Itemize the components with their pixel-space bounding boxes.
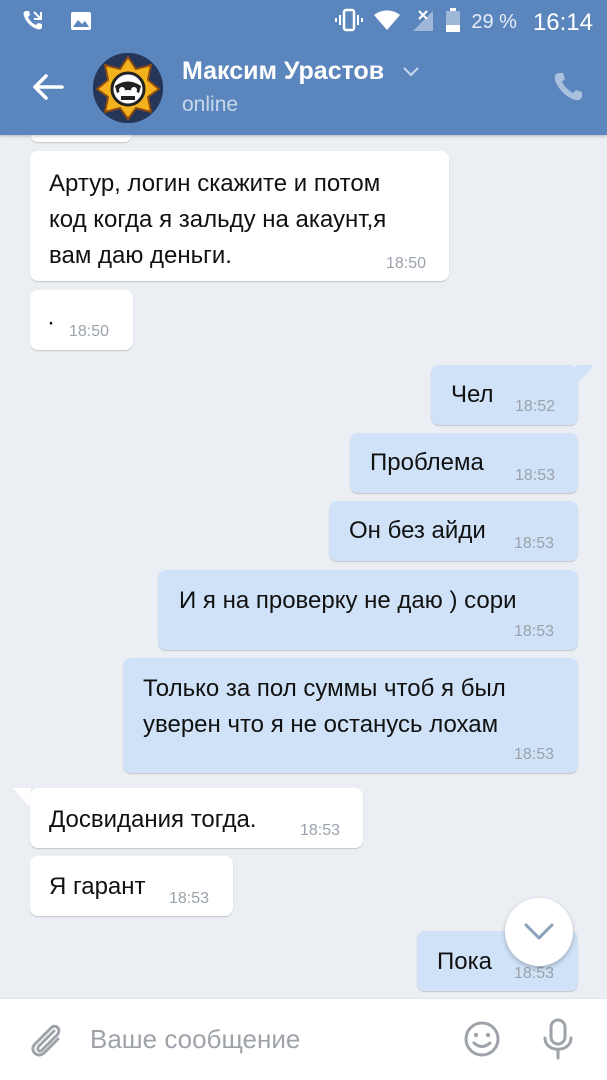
- app-header: 29 % 16:14 Максим Урастов online: [0, 0, 607, 135]
- message-text: Я гарант: [49, 873, 146, 900]
- gallery-icon: [68, 8, 94, 39]
- message-incoming[interactable]: Я гарант 18:53: [30, 856, 233, 916]
- paperclip-icon[interactable]: [26, 1019, 66, 1066]
- message-text: вам даю деньги.: [49, 242, 232, 269]
- message-time: 18:53: [300, 822, 341, 839]
- message-incoming[interactable]: Досвидания тогда. 18:53: [30, 788, 363, 848]
- emoji-icon[interactable]: [462, 1019, 502, 1064]
- message-outgoing[interactable]: Чел 18:52: [431, 365, 578, 425]
- call-button[interactable]: [550, 69, 586, 105]
- message-incoming[interactable]: Артур, логин скажите и потом код когда я…: [30, 151, 449, 281]
- message-text: код когда я зальду на акаунт,я: [49, 206, 387, 233]
- back-button[interactable]: [28, 67, 68, 107]
- title-bar: Максим Урастов online: [0, 45, 607, 133]
- message-time: 18:53: [169, 890, 210, 907]
- message-text: Артур, логин скажите и потом: [49, 170, 381, 197]
- contact-status: online: [182, 93, 239, 116]
- microphone-icon[interactable]: [540, 1017, 576, 1066]
- message-time: 18:50: [69, 323, 110, 340]
- bubble-tail: [576, 365, 594, 385]
- vibrate-icon: [335, 7, 364, 38]
- message-text: Пока: [437, 948, 492, 975]
- back-arrow-icon: [33, 74, 64, 100]
- message-outgoing[interactable]: Проблема 18:53: [350, 433, 578, 493]
- message-outgoing[interactable]: Только за пол суммы чтоб я был уверен чт…: [123, 658, 578, 773]
- message-time: 18:53: [514, 965, 555, 982]
- wifi-icon: [373, 8, 401, 37]
- message-text: И я на проверку не даю ) сори: [179, 587, 517, 614]
- message-text: Он без айди: [349, 517, 486, 544]
- message-text: Только за пол суммы чтоб я был: [143, 675, 506, 702]
- avatar[interactable]: [93, 53, 163, 123]
- message-text: Досвидания тогда.: [49, 806, 257, 833]
- signal-icon: [411, 7, 435, 38]
- message-time: 18:53: [514, 535, 555, 552]
- message-time: 18:53: [514, 623, 555, 640]
- message-composer: [0, 998, 607, 1080]
- chevron-down-icon[interactable]: [402, 65, 420, 83]
- message-time: 18:53: [515, 467, 556, 484]
- message-input[interactable]: [90, 1017, 440, 1061]
- contact-name[interactable]: Максим Урастов: [182, 57, 384, 86]
- message-text: Проблема: [370, 449, 484, 476]
- status-bar: 29 % 16:14: [0, 0, 607, 40]
- missed-call-icon: [20, 8, 46, 39]
- scroll-to-bottom-button[interactable]: [505, 898, 573, 966]
- clock: 16:14: [532, 8, 593, 36]
- message-time: 18:53: [514, 746, 555, 763]
- message-time: 18:50: [386, 255, 427, 272]
- chevron-down-icon: [524, 923, 554, 940]
- message-text: уверен что я не останусь лохам: [143, 711, 499, 738]
- message-text: ·: [47, 309, 55, 336]
- phone-icon: [554, 73, 582, 101]
- message-outgoing[interactable]: И я на проверку не даю ) сори 18:53: [158, 570, 578, 650]
- battery-icon: [445, 7, 461, 38]
- message-outgoing[interactable]: Он без айди 18:53: [329, 501, 578, 561]
- battery-percent: 29 %: [471, 11, 517, 33]
- bubble-tail: [13, 788, 31, 808]
- message-incoming[interactable]: · 18:50: [30, 290, 133, 350]
- message-text: Чел: [451, 381, 494, 408]
- message-time: 18:52: [515, 398, 556, 415]
